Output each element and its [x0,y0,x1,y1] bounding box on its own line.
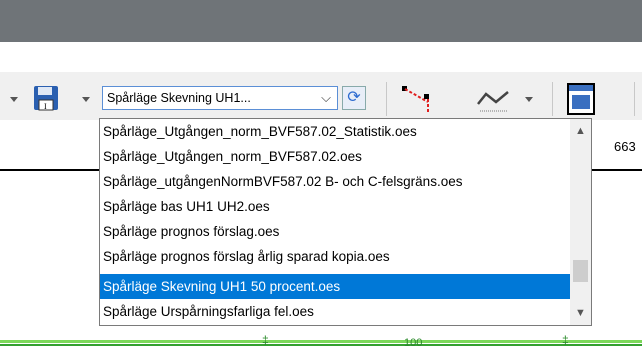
toolbar-separator-3 [634,82,635,116]
list-item[interactable]: Spårläge_Utgången_norm_BVF587.02.oes [100,144,570,169]
profile-select-value: Spårläge Skevning UH1... [107,91,251,105]
profile-select[interactable]: Spårläge Skevning UH1... ⌵ [102,86,338,110]
toolbar-separator [386,82,387,116]
track-line-dark [0,344,642,346]
list-item[interactable]: Spårläge Urspårningsfarliga fel.oes [100,299,570,324]
svg-text:I: I [44,102,47,111]
list-item[interactable]: Spårläge prognos förslag årlig sparad ko… [100,244,570,269]
list-item[interactable]: Spårläge_Utgången_norm_BVF587.02_Statist… [100,119,570,144]
refresh-icon[interactable]: ⟳ [342,86,366,110]
list-item[interactable]: Spårläge prognos förslag.oes [100,219,570,244]
list-item[interactable]: Spårläge bas UH1 UH2.oes [100,194,570,219]
save-icon[interactable]: I [32,84,68,114]
graph-dropdown-arrow-icon[interactable] [525,97,533,102]
overflow-arrow-icon[interactable] [10,97,18,102]
chevron-down-icon: ⌵ [321,90,331,105]
list-item[interactable]: Spårläge_utgångenNormBVF587.02 B- och C-… [100,169,570,194]
list-item-selected[interactable]: Spårläge Skevning UH1 50 procent.oes [100,274,570,299]
track-line-light [0,340,642,343]
scrollbar[interactable]: ▲ ▼ [570,119,591,325]
toolbar-separator-2 [552,82,553,116]
scroll-down-icon[interactable]: ▼ [570,303,591,323]
scroll-thumb[interactable] [573,260,588,282]
point-line-icon[interactable] [400,84,434,114]
title-bar [0,0,642,42]
profile-dropdown-list[interactable]: Spårläge_Utgången_norm_BVF587.02_Statist… [99,118,592,326]
window-settings-icon[interactable] [566,82,598,116]
scroll-up-icon[interactable]: ▲ [570,121,591,141]
graph-wave-icon[interactable] [474,84,514,114]
save-dropdown-arrow-icon[interactable] [82,97,90,102]
track-label: 100 [404,337,423,349]
track-tick: ‡ [262,333,269,347]
track-tick: ‡ [562,333,569,347]
ruler-value: 663 [614,139,636,154]
